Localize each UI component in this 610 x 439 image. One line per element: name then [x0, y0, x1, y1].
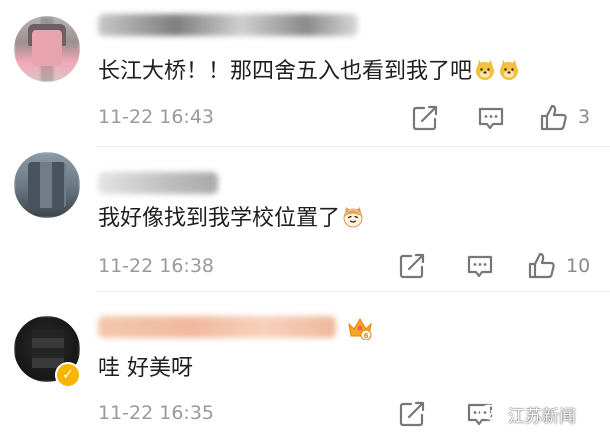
doge-icon — [476, 60, 495, 80]
comment-timestamp: 11-22 16:38 — [98, 255, 215, 277]
share-icon[interactable] — [397, 251, 427, 281]
comment-text: 哇 好美呀 — [98, 356, 193, 381]
username-blurred[interactable] — [98, 316, 336, 338]
wechat-logo-icon — [480, 404, 504, 423]
avatar[interactable] — [14, 152, 80, 218]
comment-text: 我好像找到我学校位置了 — [98, 204, 364, 234]
comment-item: 我好像找到我学校位置了 11-22 16:38 10 — [0, 150, 610, 290]
username-blurred[interactable] — [98, 172, 218, 194]
divider — [96, 146, 610, 147]
like-icon[interactable] — [539, 103, 569, 133]
reply-icon[interactable] — [476, 103, 506, 133]
comment-timestamp: 11-22 16:35 — [98, 402, 215, 424]
watermark-text: 江苏新闻 — [508, 406, 576, 427]
verified-badge-icon: ✓ — [55, 362, 81, 388]
comment-item: 长江大桥！！那四舍五入也看到我了吧 11-22 16:43 3 — [0, 0, 610, 145]
avatar[interactable] — [14, 16, 80, 82]
doge-icon — [500, 60, 519, 80]
like-icon[interactable] — [527, 251, 557, 281]
share-icon[interactable] — [397, 399, 427, 429]
comment-timestamp: 11-22 16:43 — [98, 106, 215, 128]
vip-level: 6 — [364, 332, 369, 340]
cat-icon — [343, 207, 363, 228]
comment-text: 长江大桥！！那四舍五入也看到我了吧 — [98, 57, 520, 87]
like-count: 3 — [578, 106, 591, 128]
username-blurred[interactable] — [98, 14, 358, 36]
vip-crown-icon: 6 — [348, 318, 372, 340]
like-count: 10 — [566, 255, 591, 277]
watermark: 江苏新闻 — [480, 400, 576, 428]
share-icon[interactable] — [410, 103, 440, 133]
reply-icon[interactable] — [465, 251, 495, 281]
